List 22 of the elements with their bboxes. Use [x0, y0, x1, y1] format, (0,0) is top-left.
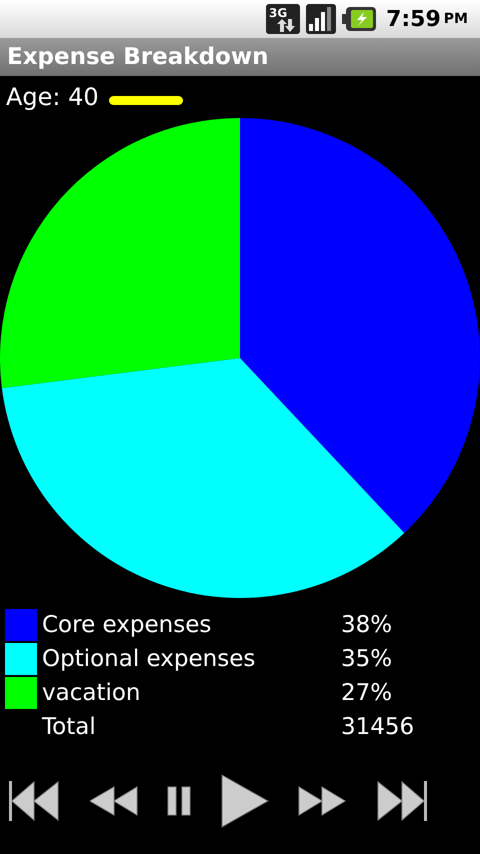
skip-back-button[interactable]: [8, 781, 60, 821]
signal-icon: [306, 4, 336, 34]
legend-label: vacation: [42, 680, 142, 706]
network-3g-icon: 3G: [266, 4, 300, 34]
battery-charging-icon: [342, 6, 376, 32]
clock-ampm: PM: [444, 11, 468, 27]
fast-forward-button[interactable]: [298, 786, 346, 816]
skip-forward-button[interactable]: [376, 781, 428, 821]
age-bar-icon: [108, 96, 183, 104]
window-title: Expense Breakdown: [7, 44, 268, 70]
total-label: Total: [42, 714, 97, 740]
pause-button[interactable]: [167, 786, 192, 816]
age-label: Age: 40: [6, 83, 99, 111]
rewind-button[interactable]: [90, 786, 138, 816]
legend-value: 38%: [341, 612, 392, 638]
legend-value: 35%: [341, 646, 392, 672]
legend-label: Core expenses: [42, 612, 212, 638]
play-button[interactable]: [220, 774, 269, 828]
legend-label: Optional expenses: [42, 646, 256, 672]
legend-value: 27%: [341, 680, 392, 706]
clock-time: 7:59: [386, 6, 441, 32]
total-value: 31456: [341, 714, 414, 740]
